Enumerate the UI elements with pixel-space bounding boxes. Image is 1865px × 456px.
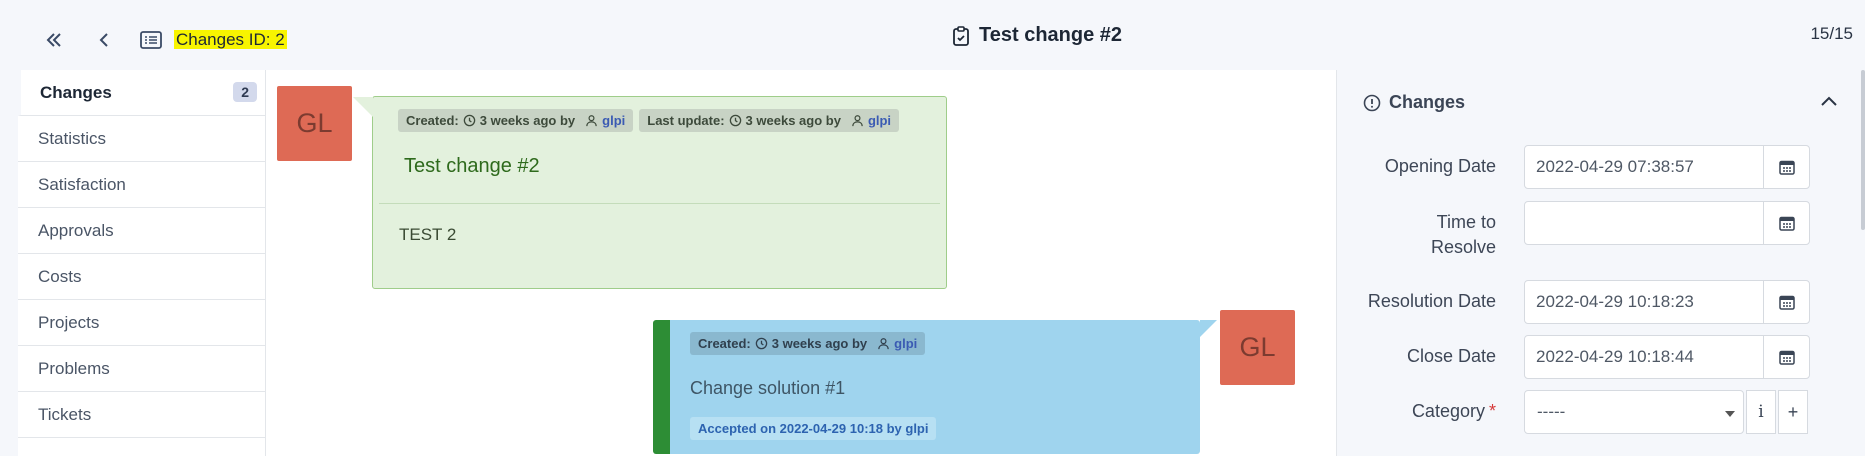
info-icon: i [1758,402,1764,422]
previous-item-button[interactable] [90,26,118,54]
user-icon [852,115,863,127]
tab-label: Costs [38,266,82,286]
count-badge: 2 [233,82,257,102]
tab-label: Projects [38,312,100,332]
double-chevron-left-icon [46,33,61,47]
opening-date-field[interactable]: 2022-04-29 07:38:57 [1524,145,1810,189]
change-description-item: Created: 3 weeks ago by glpi Last update… [353,96,947,289]
category-info-button[interactable]: i [1746,390,1776,434]
header-bar: Changes ID: 2 Test change #2 15/15 [0,0,1865,70]
panel-header[interactable]: Changes [1363,92,1465,113]
avatar: GL [1220,310,1295,385]
chevron-left-icon [99,33,108,47]
tab-label: Statistics [38,128,107,148]
author-link[interactable]: glpi [894,336,917,351]
page-title-text: Test change #2 [979,24,1123,46]
divider [379,203,940,204]
clock-icon [755,337,768,350]
solution-item: Created: 3 weeks ago by glpi Change solu… [653,320,1217,454]
calendar-icon [1778,160,1795,175]
close-date-value: 2022-04-29 10:18:44 [1536,347,1694,366]
tab-problems[interactable]: Problems [18,346,265,392]
add-category-button[interactable]: + [1778,390,1808,434]
clock-icon [729,114,741,127]
breadcrumb[interactable]: Changes ID: 2 [174,30,287,49]
resolution-date-value: 2022-04-29 10:18:23 [1536,292,1694,311]
required-marker: * [1488,401,1496,421]
calendar-icon [1778,295,1795,310]
avatar: GL [277,86,352,161]
solution-title: Change solution #1 [690,378,846,398]
tab-label: Problems [38,358,110,378]
calendar-button[interactable] [1763,281,1809,323]
list-view-button[interactable] [137,26,165,54]
item-content: TEST 2 [399,225,457,244]
resolution-date-label: Resolution Date [1367,291,1496,311]
author-link[interactable]: glpi [602,113,625,128]
opening-date-label: Opening Date [1384,156,1496,176]
page-title: Test change #2 [952,24,1122,47]
calendar-icon [1778,350,1795,365]
first-item-button[interactable] [40,26,68,54]
category-select[interactable]: ----- [1524,390,1744,434]
category-label: Category * [1411,401,1496,421]
item-title: Test change #2 [404,155,540,177]
approval-status-badge: Accepted on 2022-04-29 10:18 by glpi [690,417,937,440]
created-badge: Created: 3 weeks ago by glpi [690,332,926,355]
calendar-button[interactable] [1763,202,1809,244]
calendar-icon [1778,216,1795,231]
tab-label: Changes [40,82,112,102]
tab-label: Tickets [38,404,92,424]
tab-projects[interactable]: Projects [18,300,265,346]
tab-approvals[interactable]: Approvals [18,208,265,254]
updated-badge: Last update: 3 weeks ago by glpi [639,109,900,132]
created-badge: Created: 3 weeks ago by glpi [398,109,634,132]
clipboard-check-icon [953,25,969,46]
close-date-field[interactable]: 2022-04-29 10:18:44 [1524,335,1810,379]
tab-sidebar: Changes 2 Statistics Satisfaction Approv… [18,70,266,456]
calendar-button[interactable] [1763,146,1809,188]
resolution-date-field[interactable]: 2022-04-29 10:18:23 [1524,280,1810,324]
tab-statistics[interactable]: Statistics [18,116,265,162]
time-to-resolve-field[interactable] [1524,201,1810,245]
plus-icon: + [1787,401,1799,422]
dropdown-caret-icon [1725,411,1735,417]
time-to-resolve-label: Time to Resolve [1430,212,1496,257]
chevron-up-icon [1821,96,1837,106]
category-value: ----- [1537,402,1566,421]
panel-title: Changes [1389,92,1466,112]
collapse-button[interactable] [1819,94,1839,113]
tab-label: Satisfaction [38,174,126,194]
list-icon [140,31,162,49]
tab-tickets[interactable]: Tickets [18,392,265,438]
item-counter: 15/15 [1810,24,1853,43]
close-date-label: Close Date [1406,346,1496,366]
tab-label: Approvals [38,220,114,240]
editor-link[interactable]: glpi [868,113,891,128]
user-icon [586,115,597,127]
tab-costs[interactable]: Costs [18,254,265,300]
user-icon [878,338,889,350]
opening-date-value: 2022-04-29 07:38:57 [1536,157,1694,176]
tab-changes[interactable]: Changes 2 [18,70,265,116]
calendar-button[interactable] [1763,336,1809,378]
alert-circle-icon [1363,94,1381,111]
tab-satisfaction[interactable]: Satisfaction [18,162,265,208]
scrollbar[interactable] [1861,70,1865,230]
details-panel: Changes Opening Date 2022-04-29 07:38:57… [1336,70,1865,456]
clock-icon [463,114,476,127]
